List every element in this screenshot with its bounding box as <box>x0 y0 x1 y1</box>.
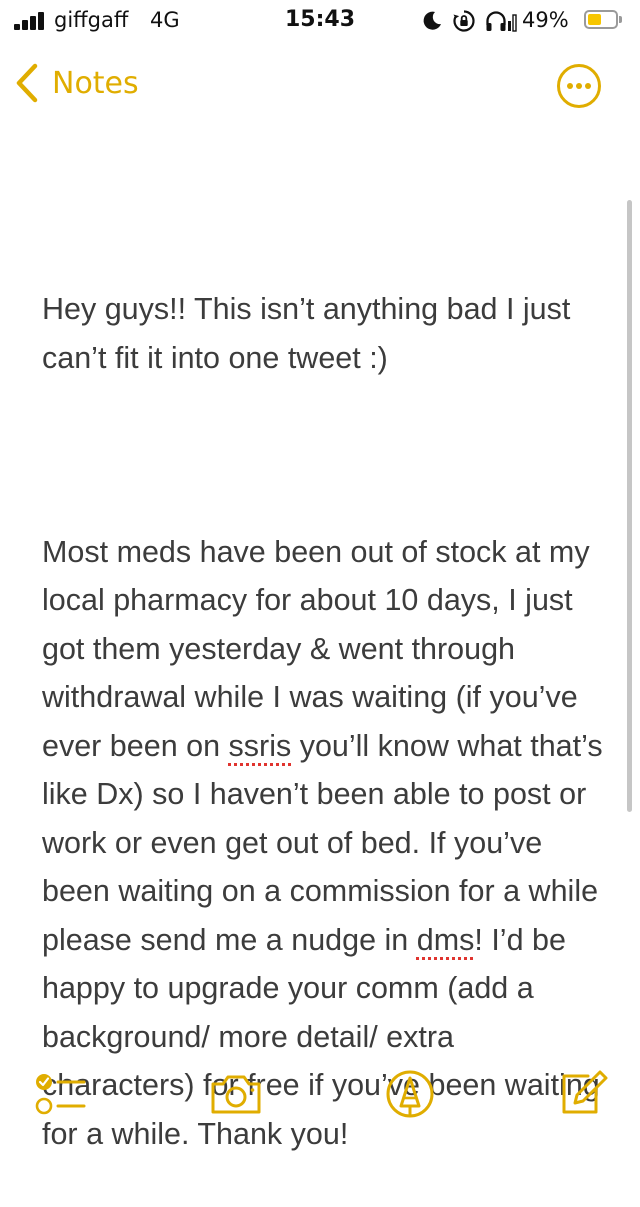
battery-percentage: 49% <box>522 8 569 32</box>
rotation-lock-icon <box>452 9 476 33</box>
do-not-disturb-moon-icon <box>420 9 444 33</box>
camera-icon <box>208 1068 264 1120</box>
battery-icon <box>584 10 618 29</box>
camera-button[interactable] <box>208 1068 264 1120</box>
network-type: 4G <box>150 8 180 32</box>
markup-button[interactable] <box>382 1068 438 1120</box>
note-paragraph: Hey guys!! This isn’t anything bad I jus… <box>42 292 579 375</box>
status-bar: giffgaff 4G 15:43 49% <box>0 0 640 40</box>
compose-icon <box>556 1068 612 1120</box>
ellipsis-circle-icon <box>556 64 602 113</box>
carrier-name: giffgaff <box>54 8 129 32</box>
misspelled-word[interactable]: dms <box>417 923 475 957</box>
chevron-left-icon <box>14 63 40 103</box>
back-label: Notes <box>52 65 139 101</box>
headphones-icon <box>484 9 508 33</box>
back-to-notes-button[interactable]: Notes <box>14 58 139 108</box>
headphone-level-icon <box>508 9 518 33</box>
status-time: 15:43 <box>285 7 356 32</box>
scrollbar[interactable] <box>627 200 632 812</box>
note-body[interactable]: Hey guys!! This isn’t anything bad I jus… <box>42 188 612 1207</box>
more-options-button[interactable] <box>556 63 602 109</box>
markup-pen-icon <box>382 1068 438 1120</box>
note-paragraph: Most meds have been out of stock at my l… <box>42 528 612 1159</box>
checklist-icon <box>32 1068 88 1120</box>
cellular-signal-icon <box>14 12 48 30</box>
battery-level-fill <box>588 14 601 25</box>
checklist-button[interactable] <box>32 1068 88 1120</box>
battery-cap <box>619 16 622 23</box>
compose-button[interactable] <box>556 1068 612 1120</box>
misspelled-word[interactable]: ssris <box>229 729 292 763</box>
